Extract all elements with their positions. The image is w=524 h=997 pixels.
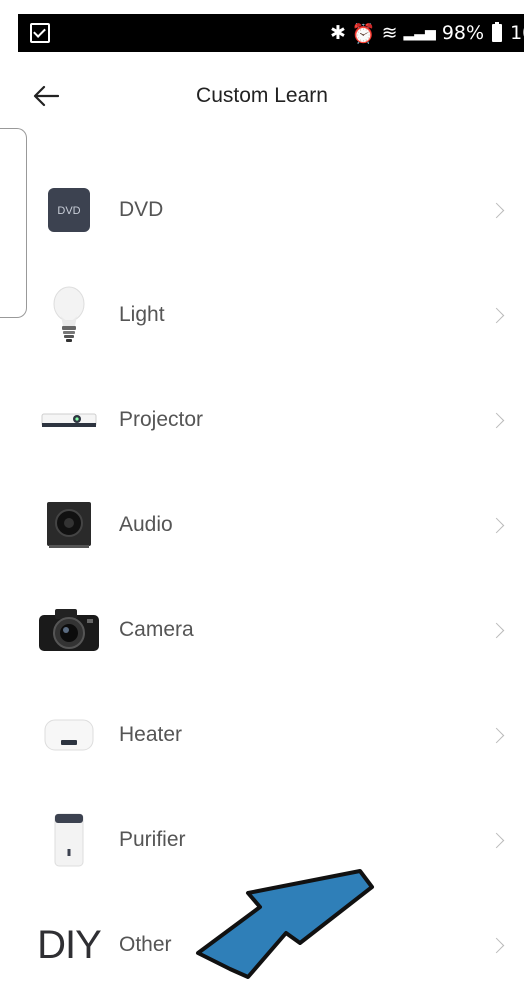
chevron-right-icon <box>488 937 505 953</box>
dvd-icon: DVD <box>36 175 102 245</box>
device-label: Light <box>119 303 165 326</box>
projector-icon <box>36 385 102 455</box>
page-title: Custom Learn <box>196 84 328 107</box>
camera-icon <box>36 595 102 665</box>
alarm-icon: ⏰ <box>351 22 376 45</box>
list-item-dvd[interactable]: DVD DVD <box>0 158 524 262</box>
device-label: Heater <box>119 723 183 746</box>
chevron-right-icon <box>488 622 505 638</box>
diy-icon-text: DIY <box>37 922 102 967</box>
chevron-right-icon <box>488 307 505 323</box>
chevron-right-icon <box>488 412 505 428</box>
list-item-heater[interactable]: Heater <box>0 683 524 787</box>
dvd-icon-text: DVD <box>57 205 80 217</box>
device-label: Purifier <box>119 828 186 851</box>
device-label: Other <box>119 933 172 956</box>
device-label: Projector <box>119 408 204 431</box>
list-item-projector[interactable]: Projector <box>0 368 524 472</box>
diy-icon: DIY <box>36 910 102 980</box>
chevron-right-icon <box>488 202 505 218</box>
list-item-audio[interactable]: Audio <box>0 473 524 577</box>
status-bar: ✱ ⏰ ≋ ▂▃▅ 98% 10:59 <box>18 14 524 52</box>
wifi-icon: ≋ <box>381 22 398 44</box>
heater-icon <box>36 700 102 770</box>
device-label: Audio <box>119 513 173 536</box>
purifier-icon <box>36 805 102 875</box>
chevron-right-icon <box>488 832 505 848</box>
device-label: Camera <box>119 618 194 641</box>
list-item-light[interactable]: Light <box>0 263 524 367</box>
arrow-pointer-icon <box>196 869 374 979</box>
light-bulb-icon <box>36 280 102 350</box>
battery-percent: 98% <box>441 22 485 44</box>
chevron-right-icon <box>488 517 505 533</box>
checkbox-notification-icon <box>30 23 50 43</box>
list-item-camera[interactable]: Camera <box>0 578 524 682</box>
bluetooth-icon: ✱ <box>330 22 346 44</box>
speaker-icon <box>36 490 102 560</box>
device-label: DVD <box>119 198 164 221</box>
status-icons: ✱ ⏰ ≋ ▂▃▅ 98% 10:59 <box>330 14 524 52</box>
chevron-right-icon <box>488 727 505 743</box>
signal-icon: ▂▃▅ <box>403 25 436 41</box>
status-time: 10:59 <box>510 22 524 44</box>
battery-icon <box>492 22 503 42</box>
